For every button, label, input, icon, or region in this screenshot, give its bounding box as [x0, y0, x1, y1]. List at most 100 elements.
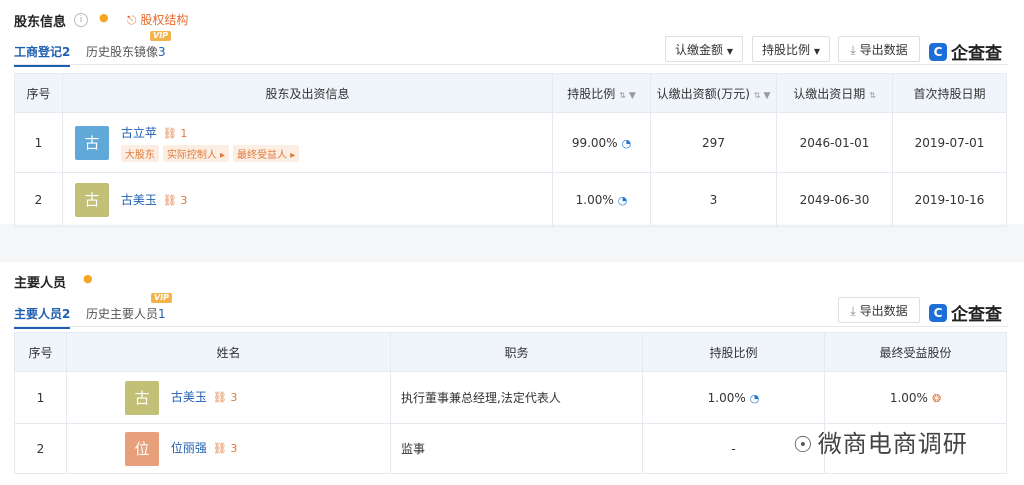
- shareholder-info: 古立苹 ⛓ 1 大股东 实际控制人 ▸ 最终受益人 ▸: [120, 124, 303, 162]
- shareholder-table: 序号 股东及出资信息 持股比例 ⇅ ▼ 认缴出资额(万元) ⇅ ▼ 认缴出资日期 ⇅…: [14, 73, 1007, 227]
- export-button[interactable]: ⤓ 导出数据: [838, 36, 920, 62]
- avatar: 位: [125, 431, 159, 466]
- relation-count: 3: [180, 194, 188, 207]
- row-no: 1: [14, 112, 63, 173]
- tab-history-personnel[interactable]: 历史主要人员1: [86, 305, 166, 322]
- tab-divider: [14, 64, 1008, 65]
- tab-label: 历史主要人员: [86, 307, 159, 321]
- download-icon: ⤓: [850, 304, 856, 318]
- tag-actual-controller[interactable]: 实际控制人 ▸: [162, 144, 230, 162]
- shareholder-title: 股东信息: [14, 15, 67, 30]
- pie-chart-icon[interactable]: ◔: [618, 194, 628, 207]
- col-header-shareholder: 股东及出资信息: [62, 73, 553, 113]
- tab-count: 2: [62, 307, 71, 321]
- filter-icon[interactable]: ▼: [763, 91, 770, 101]
- tab-count: 1: [158, 307, 166, 321]
- relation-link[interactable]: ⛓ 3: [213, 442, 237, 455]
- sub-date-cell: 2046-01-01: [776, 112, 893, 173]
- row-no: 2: [14, 423, 67, 474]
- pie-chart-icon[interactable]: ◔: [750, 392, 760, 405]
- col-header-name: 姓名: [66, 332, 391, 372]
- info-icon[interactable]: i: [74, 13, 88, 27]
- watermark: ☉ 微商电商调研: [793, 424, 968, 459]
- tab-label: 工商登记: [14, 45, 63, 59]
- relation-link[interactable]: ⛓ 3: [213, 391, 237, 404]
- sort-icon[interactable]: ⇅: [754, 91, 761, 100]
- avatar: 古: [125, 380, 159, 415]
- tag-ultimate-beneficiary[interactable]: 最终受益人 ▸: [233, 144, 300, 162]
- col-header-sub-date[interactable]: 认缴出资日期 ⇅: [776, 73, 893, 113]
- bell-icon[interactable]: ●: [83, 272, 93, 285]
- table-row: 2 古 古美玉 ⛓ 3 1.00% ◔ 3 2049-06-30 2019-10-1…: [14, 172, 1007, 227]
- shareholder-cell: 古 古立苹 ⛓ 1 大股东 实际控制人 ▸ 最终受益人 ▸: [62, 112, 553, 173]
- ratio-value: 1.00%: [707, 390, 746, 405]
- tab-label: 主要人员: [14, 307, 63, 321]
- export-button[interactable]: ⤓ 导出数据: [838, 297, 920, 323]
- qichacha-logo: C 企查查: [929, 39, 1002, 64]
- logo-text: 企查查: [951, 305, 1002, 325]
- button-label: 导出数据: [859, 304, 908, 318]
- ratio-dropdown[interactable]: 持股比例 ▼: [752, 36, 830, 62]
- first-date-cell: 2019-10-16: [892, 172, 1007, 227]
- relation-link[interactable]: ⛓ 1: [163, 127, 187, 140]
- tab-history-shareholders[interactable]: 历史股东镜像3: [86, 43, 166, 60]
- col-header-ratio[interactable]: 持股比例 ⇅ ▼: [552, 73, 651, 113]
- benefit-cell: 1.00% ❂: [824, 371, 1007, 424]
- col-header-first-date: 首次持股日期: [892, 73, 1007, 113]
- subscribed-amount-dropdown[interactable]: 认缴金额 ▼: [665, 36, 743, 62]
- sort-icon[interactable]: ⇅: [869, 91, 876, 100]
- relation-count: 3: [230, 442, 238, 455]
- relation-icon: ⛓: [162, 194, 177, 207]
- logo-text: 企查查: [951, 44, 1002, 64]
- caret-down-icon: ▼: [813, 47, 820, 56]
- vip-badge: VIP: [150, 31, 172, 41]
- qichacha-logo: C 企查查: [929, 300, 1002, 325]
- filter-icon[interactable]: ▼: [629, 91, 636, 101]
- shareholder-panel: 股东信息 i ● ⎋ 股权结构 工商登记2 历史股东镜像3 VIP 认缴金额 ▼…: [0, 0, 1024, 227]
- shareholder-name-link[interactable]: 古美玉: [121, 193, 157, 207]
- person-name-link[interactable]: 古美玉: [171, 390, 207, 404]
- shareholder-name-link[interactable]: 古立苹: [121, 126, 157, 140]
- relation-link[interactable]: ⛓ 3: [163, 194, 187, 207]
- relation-count: 3: [230, 391, 238, 404]
- caret-down-icon: ▼: [726, 47, 733, 56]
- tab-label: 历史股东镜像: [86, 45, 159, 59]
- first-date-cell: 2019-07-01: [892, 112, 1007, 173]
- table-row: 1 古 古立苹 ⛓ 1 大股东 实际控制人 ▸ 最终受益人 ▸ 99.00% ◔ 297…: [14, 112, 1007, 173]
- ratio-value: 99.00%: [571, 135, 618, 150]
- ring-icon[interactable]: ❂: [932, 392, 941, 405]
- sort-icon[interactable]: ⇅: [619, 91, 626, 100]
- tab-count: 2: [62, 45, 71, 59]
- pie-chart-icon[interactable]: ◔: [622, 137, 632, 150]
- row-no: 1: [14, 371, 67, 424]
- button-label: 持股比例: [762, 43, 811, 57]
- vip-badge: VIP: [151, 293, 173, 303]
- tag-label: 最终受益人: [237, 149, 288, 161]
- button-label: 导出数据: [859, 43, 908, 57]
- amount-cell: 297: [650, 112, 777, 173]
- download-icon: ⤓: [850, 43, 856, 57]
- position-cell: 执行董事兼总经理,法定代表人: [390, 371, 643, 424]
- person-name-link[interactable]: 位丽强: [171, 441, 207, 455]
- col-header-benefit: 最终受益股份: [824, 332, 1007, 372]
- equity-structure-link[interactable]: ⎋ 股权结构: [127, 11, 188, 28]
- ratio-cell: 1.00% ◔: [642, 371, 825, 424]
- tag-major-shareholder: 大股东: [120, 144, 159, 162]
- avatar: 古: [75, 182, 109, 217]
- shareholder-info: 古美玉 ⛓ 3: [121, 191, 187, 208]
- position-cell: 监事: [390, 423, 643, 474]
- wechat-icon: ☉: [793, 433, 814, 458]
- sub-date-cell: 2049-06-30: [776, 172, 893, 227]
- col-header-amount[interactable]: 认缴出资额(万元) ⇅ ▼: [650, 73, 777, 113]
- avatar: 古: [75, 125, 109, 160]
- header-label: 持股比例: [567, 86, 616, 101]
- ratio-value: 1.00%: [575, 192, 614, 207]
- relation-icon: ⛓: [212, 442, 227, 455]
- bell-icon[interactable]: ●: [99, 11, 109, 24]
- person-cell: 古 古美玉 ⛓ 3: [66, 371, 391, 424]
- benefit-value: 1.00%: [889, 390, 928, 405]
- table-row: 1 古 古美玉 ⛓ 3 执行董事兼总经理,法定代表人 1.00% ◔ 1.00% ❂: [14, 371, 1007, 424]
- equity-structure-label: 股权结构: [140, 13, 189, 27]
- col-header-no: 序号: [14, 332, 67, 372]
- shareholder-cell: 古 古美玉 ⛓ 3: [62, 172, 553, 227]
